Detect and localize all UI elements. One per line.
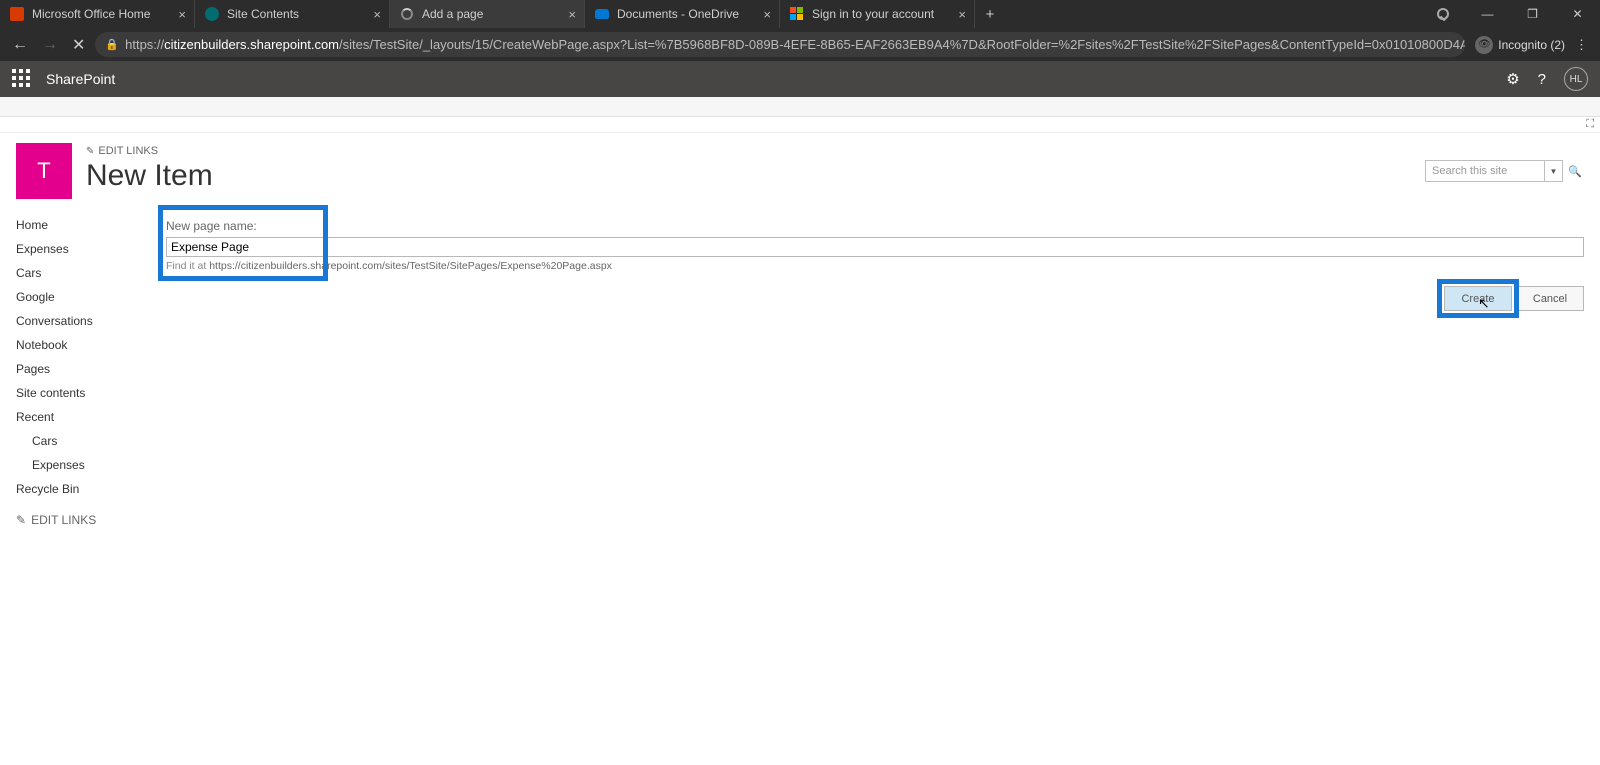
menu-icon[interactable]: ⋮ (1575, 37, 1588, 53)
onedrive-icon (595, 7, 609, 21)
nav-conversations[interactable]: Conversations (16, 309, 166, 333)
search-wrap: Search this site ▼ 🔍 (1425, 143, 1584, 199)
nav-site-contents[interactable]: Site contents (16, 381, 166, 405)
window-controls: — ❐ ✕ (1420, 0, 1600, 28)
loading-icon (400, 7, 414, 21)
ribbon-placeholder (0, 97, 1600, 117)
nav-recent-expenses[interactable]: Expenses (16, 453, 166, 477)
tab-add-page[interactable]: Add a page × (390, 0, 585, 28)
search-placeholder: Search this site (1432, 165, 1507, 177)
address-bar[interactable]: 🔒 https://citizenbuilders.sharepoint.com… (95, 32, 1465, 57)
edit-links-label: EDIT LINKS (98, 145, 158, 157)
tab-label: Add a page (422, 7, 483, 21)
new-tab-button[interactable]: + (975, 0, 1005, 28)
maximize-icon[interactable]: ❐ (1510, 0, 1555, 28)
browser-titlebar: Microsoft Office Home × Site Contents × … (0, 0, 1600, 28)
find-prefix: Find it at (166, 260, 209, 272)
office-icon (10, 7, 24, 21)
cancel-button[interactable]: Cancel (1516, 286, 1584, 311)
search-input[interactable]: Search this site (1425, 160, 1545, 182)
close-icon[interactable]: × (763, 7, 771, 22)
app-launcher-icon[interactable] (12, 69, 32, 89)
search-icon[interactable]: 🔍 (1566, 160, 1584, 182)
close-icon[interactable]: × (178, 7, 186, 22)
identity-icon[interactable] (1420, 0, 1465, 28)
tab-signin[interactable]: Sign in to your account × (780, 0, 975, 28)
browser-urlbar: ← → ✕ 🔒 https://citizenbuilders.sharepoi… (0, 28, 1600, 61)
close-icon[interactable]: × (568, 7, 576, 22)
nav-notebook[interactable]: Notebook (16, 333, 166, 357)
avatar[interactable]: HL (1564, 67, 1588, 91)
tab-onedrive[interactable]: Documents - OneDrive × (585, 0, 780, 28)
nav-recent-cars[interactable]: Cars (16, 429, 166, 453)
browser-tabs: Microsoft Office Home × Site Contents × … (0, 0, 1005, 28)
help-icon[interactable]: ? (1538, 71, 1546, 88)
minimize-icon[interactable]: — (1465, 0, 1510, 28)
left-nav: Home Expenses Cars Google Conversations … (16, 213, 166, 527)
search-scope-dropdown[interactable]: ▼ (1545, 160, 1563, 182)
forward-icon[interactable]: → (42, 36, 58, 54)
tab-site-contents[interactable]: Site Contents × (195, 0, 390, 28)
nav-home[interactable]: Home (16, 213, 166, 237)
site-logo[interactable]: T (16, 143, 72, 199)
edit-links-label: EDIT LINKS (31, 513, 96, 527)
tab-label: Microsoft Office Home (32, 7, 150, 21)
close-window-icon[interactable]: ✕ (1555, 0, 1600, 28)
close-icon[interactable]: × (373, 7, 381, 22)
cancel-label: Cancel (1533, 293, 1567, 305)
pencil-icon: ✎ (16, 513, 26, 527)
lock-icon: 🔒 (105, 38, 119, 51)
back-icon[interactable]: ← (12, 36, 28, 54)
nav-recycle-bin[interactable]: Recycle Bin (16, 477, 166, 501)
create-label: Create (1461, 293, 1494, 305)
page-header: T ✎ EDIT LINKS New Item Search this site… (0, 133, 1600, 205)
edit-links-top[interactable]: ✎ EDIT LINKS (86, 145, 213, 157)
close-icon[interactable]: × (958, 7, 966, 22)
url-text: https://citizenbuilders.sharepoint.com/s… (125, 37, 1465, 52)
tab-office[interactable]: Microsoft Office Home × (0, 0, 195, 28)
suite-bar: SharePoint ⚙ ? HL (0, 61, 1600, 97)
edit-links-bottom[interactable]: ✎ EDIT LINKS (16, 513, 166, 527)
gear-icon[interactable]: ⚙ (1506, 70, 1519, 88)
nav-expenses[interactable]: Expenses (16, 237, 166, 261)
find-it-row: Find it at https://citizenbuilders.share… (166, 260, 1584, 272)
incognito-label: Incognito (2) (1498, 38, 1565, 52)
focus-content-icon[interactable]: ⛶ (1586, 118, 1594, 131)
nav-pages[interactable]: Pages (16, 357, 166, 381)
focus-row: ⛶ (0, 117, 1600, 133)
tab-label: Sign in to your account (812, 7, 934, 21)
suite-title[interactable]: SharePoint (46, 71, 115, 87)
sharepoint-icon (205, 7, 219, 21)
microsoft-icon (790, 7, 804, 21)
stop-icon[interactable]: ✕ (72, 35, 85, 55)
tab-label: Site Contents (227, 7, 299, 21)
page-name-label: New page name: (166, 219, 1584, 233)
page-name-input[interactable] (166, 237, 1584, 257)
nav-recent[interactable]: Recent (16, 405, 166, 429)
button-row: Create ↖ Cancel (166, 286, 1584, 311)
tab-label: Documents - OneDrive (617, 7, 739, 21)
nav-cars[interactable]: Cars (16, 261, 166, 285)
body: Home Expenses Cars Google Conversations … (0, 205, 1600, 527)
incognito-badge[interactable]: 👁 Incognito (2) (1475, 36, 1565, 54)
pencil-icon: ✎ (86, 146, 94, 157)
page-title: New Item (86, 159, 213, 193)
create-button[interactable]: Create ↖ (1444, 286, 1512, 311)
form-area: New page name: Find it at https://citize… (166, 213, 1584, 527)
nav-google[interactable]: Google (16, 285, 166, 309)
find-url: https://citizenbuilders.sharepoint.com/s… (209, 260, 612, 272)
incognito-icon: 👁 (1475, 36, 1493, 54)
